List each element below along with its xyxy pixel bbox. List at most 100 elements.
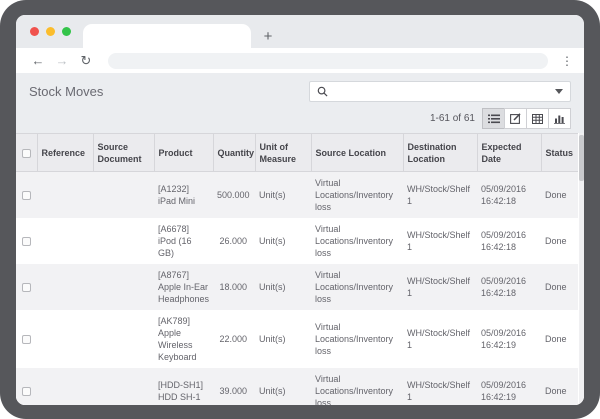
cell-destination-location: WH/Stock/Shelf 1 — [403, 218, 477, 264]
cell-source-document — [93, 218, 154, 264]
cell-unit-of-measure: Unit(s) — [255, 310, 311, 368]
cell-unit-of-measure: Unit(s) — [255, 368, 311, 405]
cell-quantity: 26.000 — [213, 218, 255, 264]
minimize-window-button[interactable] — [46, 27, 55, 36]
cell-source-location: Virtual Locations/Inventory loss — [311, 368, 403, 405]
table-row[interactable]: [A6678] iPod (16 GB) 26.000 Unit(s) Virt… — [16, 218, 578, 264]
stock-moves-list: Reference Source Document Product Quanti… — [16, 133, 584, 405]
column-header-source-document[interactable]: Source Document — [93, 134, 154, 172]
row-checkbox[interactable] — [22, 387, 31, 396]
stock-moves-table: Reference Source Document Product Quanti… — [16, 133, 578, 405]
cell-status: Done — [541, 264, 578, 310]
cell-source-location: Virtual Locations/Inventory loss — [311, 172, 403, 219]
column-header-product[interactable]: Product — [154, 134, 213, 172]
search-dropdown-icon[interactable] — [555, 89, 563, 94]
search-box[interactable] — [309, 81, 571, 102]
address-bar[interactable] — [108, 53, 548, 69]
cell-status: Done — [541, 310, 578, 368]
cell-reference — [37, 218, 93, 264]
column-header-destination-location[interactable]: Destination Location — [403, 134, 477, 172]
cell-expected-date: 05/09/2016 16:42:18 — [477, 218, 541, 264]
row-checkbox[interactable] — [22, 191, 31, 200]
row-checkbox[interactable] — [22, 283, 31, 292]
table-row[interactable]: [A1232] iPad Mini 500.000 Unit(s) Virtua… — [16, 172, 578, 219]
row-checkbox[interactable] — [22, 237, 31, 246]
browser-navbar: ← → ↻ ⋮ — [16, 48, 584, 73]
scrollbar-thumb[interactable] — [579, 135, 584, 181]
cell-destination-location: WH/Stock/Shelf 1 — [403, 368, 477, 405]
new-tab-button[interactable]: + — [251, 24, 285, 48]
cell-expected-date: 05/09/2016 16:42:18 — [477, 172, 541, 219]
cell-expected-date: 05/09/2016 16:42:18 — [477, 264, 541, 310]
cell-product: [A8767] Apple In-Ear Headphones — [154, 264, 213, 310]
table-row[interactable]: [HDD-SH1] HDD SH-1 39.000 Unit(s) Virtua… — [16, 368, 578, 405]
kanban-view-button[interactable] — [526, 108, 549, 129]
cell-source-document — [93, 172, 154, 219]
window-controls — [16, 15, 83, 48]
column-header-source-location[interactable]: Source Location — [311, 134, 403, 172]
select-all-checkbox[interactable] — [22, 149, 31, 158]
cell-quantity: 22.000 — [213, 310, 255, 368]
list-view-icon — [488, 114, 500, 124]
table-row[interactable]: [A8767] Apple In-Ear Headphones 18.000 U… — [16, 264, 578, 310]
column-header-status[interactable]: Status — [541, 134, 578, 172]
search-icon — [317, 86, 328, 97]
graph-view-button[interactable] — [548, 108, 571, 129]
cell-unit-of-measure: Unit(s) — [255, 172, 311, 219]
cell-source-document — [93, 264, 154, 310]
back-icon[interactable]: ← — [28, 53, 48, 68]
cell-reference — [37, 310, 93, 368]
page-title: Stock Moves — [29, 84, 103, 99]
search-input[interactable] — [333, 85, 555, 98]
graph-view-icon — [554, 114, 565, 124]
cell-expected-date: 05/09/2016 16:42:19 — [477, 368, 541, 405]
cell-product: [A1232] iPad Mini — [154, 172, 213, 219]
cell-reference — [37, 264, 93, 310]
column-header-unit-of-measure[interactable]: Unit of Measure — [255, 134, 311, 172]
cell-product: [HDD-SH1] HDD SH-1 — [154, 368, 213, 405]
cell-destination-location: WH/Stock/Shelf 1 — [403, 310, 477, 368]
browser-window-frame: + ← → ↻ ⋮ Stock Moves — [0, 0, 600, 419]
row-checkbox[interactable] — [22, 335, 31, 344]
cell-product: [AK789] Apple Wireless Keyboard — [154, 310, 213, 368]
browser-window: + ← → ↻ ⋮ Stock Moves — [16, 15, 584, 405]
cell-unit-of-measure: Unit(s) — [255, 218, 311, 264]
form-view-button[interactable] — [504, 108, 527, 129]
cell-source-location: Virtual Locations/Inventory loss — [311, 264, 403, 310]
table-header-row: Reference Source Document Product Quanti… — [16, 134, 578, 172]
cell-source-document — [93, 368, 154, 405]
form-view-icon — [510, 113, 521, 124]
cell-expected-date: 05/09/2016 16:42:19 — [477, 310, 541, 368]
cell-unit-of-measure: Unit(s) — [255, 264, 311, 310]
cell-status: Done — [541, 368, 578, 405]
cell-source-location: Virtual Locations/Inventory loss — [311, 218, 403, 264]
browser-tab[interactable] — [83, 24, 251, 48]
cell-quantity: 39.000 — [213, 368, 255, 405]
cell-source-document — [93, 310, 154, 368]
cell-reference — [37, 368, 93, 405]
browser-menu-icon[interactable]: ⋮ — [560, 54, 574, 68]
cell-status: Done — [541, 218, 578, 264]
list-view-button[interactable] — [482, 108, 505, 129]
column-header-expected-date[interactable]: Expected Date — [477, 134, 541, 172]
cell-quantity: 18.000 — [213, 264, 255, 310]
column-header-quantity[interactable]: Quantity — [213, 134, 255, 172]
maximize-window-button[interactable] — [62, 27, 71, 36]
view-switcher — [483, 108, 571, 129]
forward-icon[interactable]: → — [52, 53, 72, 68]
pager-range: 1-61 of 61 — [430, 113, 475, 124]
table-body: [A1232] iPad Mini 500.000 Unit(s) Virtua… — [16, 172, 578, 406]
close-window-button[interactable] — [30, 27, 39, 36]
cell-destination-location: WH/Stock/Shelf 1 — [403, 264, 477, 310]
kanban-view-icon — [532, 114, 543, 124]
cell-product: [A6678] iPod (16 GB) — [154, 218, 213, 264]
cell-reference — [37, 172, 93, 219]
table-scrollbar[interactable] — [579, 133, 584, 405]
column-header-reference[interactable]: Reference — [37, 134, 93, 172]
cell-quantity: 500.000 — [213, 172, 255, 219]
table-row[interactable]: [AK789] Apple Wireless Keyboard 22.000 U… — [16, 310, 578, 368]
tab-strip: + — [16, 15, 584, 48]
cell-status: Done — [541, 172, 578, 219]
refresh-icon[interactable]: ↻ — [76, 53, 96, 69]
cell-source-location: Virtual Locations/Inventory loss — [311, 310, 403, 368]
